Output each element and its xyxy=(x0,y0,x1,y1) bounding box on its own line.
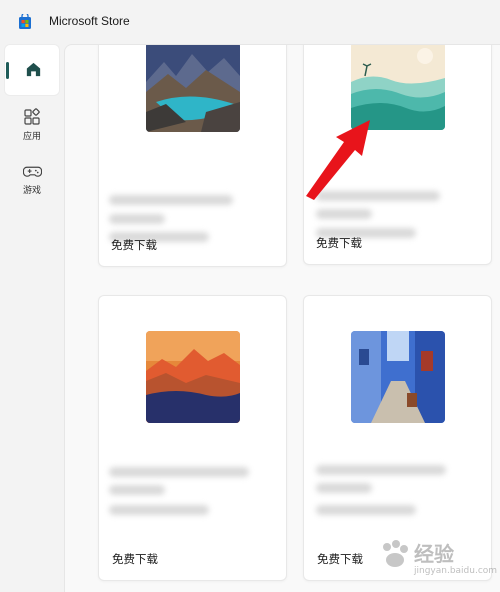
paw-logo-icon xyxy=(383,540,408,567)
app-title: Microsoft Store xyxy=(49,14,130,28)
free-download-label: 免费下载 xyxy=(316,236,362,250)
free-download-label: 免费下载 xyxy=(317,552,363,566)
free-download-label: 免费下载 xyxy=(111,238,157,252)
sidebar-item-home[interactable] xyxy=(4,44,60,96)
title-bar: Microsoft Store xyxy=(0,0,500,44)
mountain-lake-image xyxy=(146,45,240,132)
app-card[interactable]: 免费下载 xyxy=(98,45,287,267)
watermark-url: jingyan.baidu.com xyxy=(414,566,498,576)
microsoft-store-icon xyxy=(19,14,31,29)
selected-indicator xyxy=(6,62,9,79)
sidebar-item-games[interactable]: 游戏 xyxy=(4,164,60,210)
home-icon xyxy=(26,62,41,77)
sidebar-item-apps[interactable]: 应用 xyxy=(4,108,60,154)
sidebar: 应用 游戏 xyxy=(0,44,64,592)
app-card[interactable]: 免费下载 xyxy=(98,295,287,581)
sunset-peaks-image xyxy=(146,331,240,423)
red-arrow-icon xyxy=(306,120,370,200)
blue-street-image xyxy=(351,331,445,423)
apps-icon xyxy=(24,108,40,125)
sidebar-item-label: 应用 xyxy=(22,132,41,142)
watermark-text: 经验 xyxy=(414,542,454,566)
sidebar-item-label: 游戏 xyxy=(22,186,41,196)
free-download-label: 免费下载 xyxy=(112,552,158,566)
content-area: 免费下载 免费下载 免费下载 免费下载 xyxy=(64,44,500,592)
gamepad-icon xyxy=(22,166,42,177)
baidu-jingyan-watermark: 经验 jingyan.baidu.com xyxy=(378,536,498,586)
